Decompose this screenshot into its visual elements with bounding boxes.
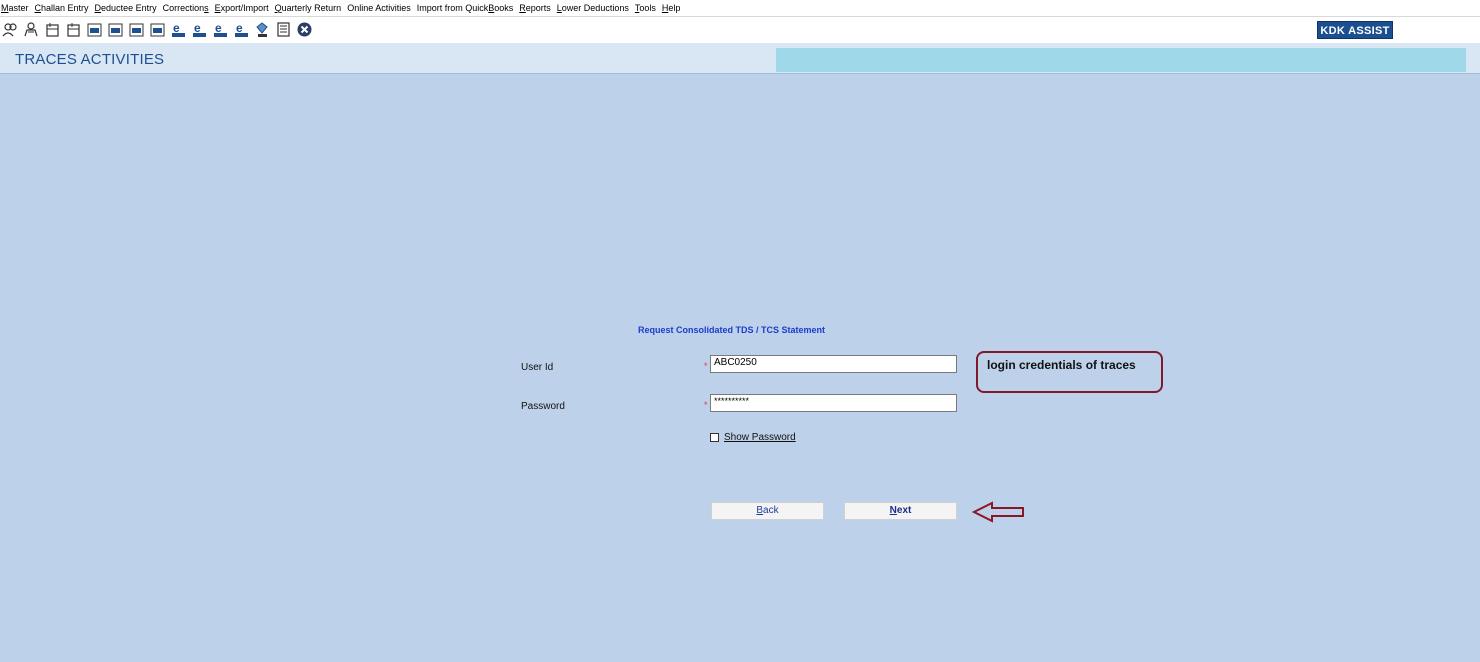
back-button[interactable]: Back <box>711 502 824 520</box>
menu-quarterly-return[interactable]: Quarterly Return <box>273 0 346 17</box>
e-27q-icon[interactable]: e <box>212 21 229 38</box>
group-icon[interactable] <box>23 21 40 38</box>
menu-mnemonic: Q <box>274 2 282 13</box>
menu-label-part: xport/Import <box>220 2 269 13</box>
e-27eq-icon[interactable]: e <box>233 21 250 38</box>
menu-label-part: elp <box>668 2 681 13</box>
menu-bar: Master Challan Entry Deductee Entry Correct… <box>0 0 1480 17</box>
svg-text:e: e <box>173 21 180 35</box>
tds-gem-icon[interactable] <box>254 21 271 38</box>
menu-mnemonic: M <box>1 2 9 13</box>
user-id-input[interactable]: ABC0250 <box>710 355 957 373</box>
tds-form-27q-icon[interactable] <box>128 21 145 38</box>
tds-form-26q-icon[interactable] <box>107 21 124 38</box>
next-button-mnemonic: N <box>889 505 897 516</box>
menu-help[interactable]: Help <box>660 0 685 17</box>
password-input[interactable]: ********** <box>710 394 957 412</box>
menu-import-from-quickbooks[interactable]: Import from QuickBooks <box>415 0 518 17</box>
menu-label-part: ools <box>639 2 656 13</box>
show-password-label[interactable]: Show Password <box>724 432 796 443</box>
annotation-arrow-icon <box>972 501 1024 523</box>
menu-export-import[interactable]: Export/Import <box>213 0 273 17</box>
menu-label-part: ooks <box>494 2 514 13</box>
menu-corrections[interactable]: Corrections <box>161 0 213 17</box>
form-icon[interactable] <box>44 21 61 38</box>
menu-label-part: Import from Quick <box>416 2 489 13</box>
tds-form-27eq-icon[interactable] <box>149 21 166 38</box>
form2-icon[interactable] <box>65 21 82 38</box>
menu-label-part: eductee Entry <box>101 2 157 13</box>
menu-reports[interactable]: Reports <box>517 0 555 17</box>
close-circle-icon[interactable] <box>296 21 313 38</box>
page-title: TRACES ACTIVITIES <box>15 51 165 68</box>
menu-label-part: hallan Entry <box>41 2 89 13</box>
kdk-assist-button[interactable]: KDK ASSIST <box>1317 21 1393 39</box>
svg-text:e: e <box>215 21 222 35</box>
svg-text:e: e <box>236 21 243 35</box>
menu-label-part: aster <box>8 2 29 13</box>
user-id-label: User Id <box>521 362 554 373</box>
menu-label-part: Online Activities <box>347 2 411 13</box>
menu-online-activities[interactable]: Online Activities <box>345 0 415 17</box>
svg-text:e: e <box>194 21 201 35</box>
menu-tools[interactable]: Tools <box>633 0 660 17</box>
e-24q-icon[interactable]: e <box>170 21 187 38</box>
user-id-required-mark: * <box>704 361 708 371</box>
annotation-callout: login credentials of traces <box>976 351 1163 393</box>
header-status-bar <box>776 48 1466 72</box>
menu-label-part: eports <box>525 2 551 13</box>
menu-label-part: ower Deductions <box>561 2 629 13</box>
annotation-callout-text: login credentials of traces <box>987 358 1136 372</box>
page-header: TRACES ACTIVITIES <box>0 43 1480 74</box>
menu-lower-deductions[interactable]: Lower Deductions <box>555 0 633 17</box>
users-icon[interactable] <box>2 21 19 38</box>
menu-label-part: Correction <box>162 2 205 13</box>
password-required-mark: * <box>704 400 708 410</box>
menu-master[interactable]: Master <box>0 0 33 17</box>
toolbar: eeee KDK ASSIST <box>0 17 1480 43</box>
form-title: Request Consolidated TDS / TCS Statement <box>638 325 826 335</box>
next-button[interactable]: Next <box>844 502 957 520</box>
show-password-checkbox[interactable] <box>710 433 719 442</box>
e-26q-icon[interactable]: e <box>191 21 208 38</box>
next-button-label: ext <box>896 505 912 516</box>
password-label: Password <box>521 401 565 412</box>
back-button-label: ack <box>763 505 779 516</box>
menu-deductee-entry[interactable]: Deductee Entry <box>93 0 161 17</box>
menu-challan-entry[interactable]: Challan Entry <box>33 0 93 17</box>
menu-mnemonic: s <box>204 2 209 13</box>
document-icon[interactable] <box>275 21 292 38</box>
tds-form-24q-icon[interactable] <box>86 21 103 38</box>
menu-label-part: uarterly Return <box>281 2 342 13</box>
